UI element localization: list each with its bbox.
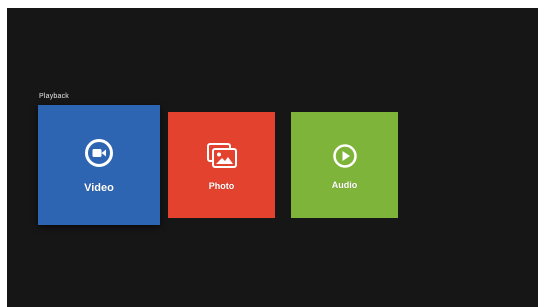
tv-screen: Playback Video Photo Audio [7, 8, 538, 307]
video-tile[interactable]: Video [38, 105, 160, 225]
audio-tile[interactable]: Audio [291, 112, 398, 218]
video-tile-label: Video [84, 182, 114, 194]
section-title-playback: Playback [39, 93, 70, 100]
play-circle-icon [332, 143, 358, 169]
photo-tile[interactable]: Photo [168, 112, 275, 218]
photo-gallery-icon [206, 142, 238, 170]
audio-tile-label: Audio [331, 179, 358, 190]
video-camera-icon [84, 138, 114, 168]
photo-tile-label: Photo [208, 180, 235, 191]
